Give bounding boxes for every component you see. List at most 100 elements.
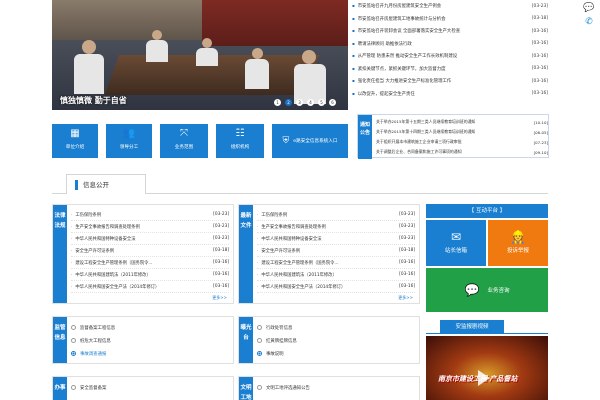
banner-person — [202, 38, 212, 48]
news-item[interactable]: 市安监站召开房屋建筑工地事故统计与分析会 [03-18] — [352, 13, 548, 26]
doc-title[interactable]: 中华人民共和国建筑法（2011年修改） — [257, 272, 336, 278]
doc-item[interactable]: 生产安全事故报告和调查处理条例 [03-23] — [257, 221, 415, 233]
tab-info-disclosure[interactable]: 信息公开 — [66, 174, 146, 194]
law-title[interactable]: 中华人民共和国安全生产法（2014年修订） — [71, 284, 159, 290]
doc-item[interactable]: 中华人民共和国安全生产法（2014年修订） [03-16] — [257, 281, 415, 293]
law-item[interactable]: 中华人民共和国特种设备安全法 [03-23] — [71, 233, 229, 245]
quick-link-label: 组织机构 — [230, 145, 250, 150]
office-item[interactable]: 安全监督备案 — [71, 381, 229, 394]
video-player[interactable]: 南京市建设工程 产品督站 — [426, 336, 548, 400]
law-title[interactable]: 中华人民共和国建筑法（2011年修改） — [71, 272, 150, 278]
quick-link-business-scope[interactable]: ⤧ 业务范围 — [160, 124, 208, 158]
play-icon[interactable] — [478, 370, 490, 386]
news-date: [03-16] — [531, 91, 548, 97]
law-item[interactable]: 生产安全事故报告和调查处理条例 [03-23] — [71, 221, 229, 233]
supervise-item-label[interactable]: 监督备案工程信息 — [80, 325, 115, 331]
chat-bubble-icon[interactable]: 💬 — [582, 2, 596, 14]
complaint-button[interactable]: 👷 投诉举报 — [488, 220, 548, 266]
doc-title[interactable]: 建设工程安全生产管理条例（国务院令... — [257, 260, 338, 266]
supervise-item[interactable]: 监督备案工程信息 — [71, 321, 229, 334]
quick-link-leaders[interactable]: 👥 领导分工 — [106, 124, 152, 158]
news-title[interactable]: 强化责任担当 大力推进安全生产标准化管理工作 — [352, 78, 452, 84]
quick-link-organization[interactable]: ☷ 组织机构 — [216, 124, 264, 158]
exposure-item-label[interactable]: 红黄牌挂牌信息 — [266, 338, 297, 344]
doc-title[interactable]: 工伤保险条例 — [257, 212, 287, 218]
news-title[interactable]: 市安监站召开房屋建筑工地事故统计与分析会 — [352, 16, 446, 22]
news-item[interactable]: 聘请法律顾问 助推依法行政 [03-16] — [352, 38, 548, 51]
banner-person-body — [294, 64, 326, 104]
civilized-item-label[interactable]: 文明工地评选通知公告 — [266, 385, 310, 391]
law-title[interactable]: 生产安全事故报告和调查处理条例 — [71, 224, 139, 230]
doc-item[interactable]: 中华人民共和国建筑法（2011年修改） [03-16] — [257, 269, 415, 281]
news-item[interactable]: 以改促升，提起安全生产责任 [03-16] — [352, 88, 548, 101]
video-section-title[interactable]: 安监报剧视频 — [440, 320, 504, 334]
law-item[interactable]: 中华人民共和国建筑法（2011年修改） [03-16] — [71, 269, 229, 281]
mailbox-button[interactable]: ✉ 站长信箱 — [426, 220, 486, 266]
carousel-dot[interactable]: 6 — [329, 99, 336, 106]
doc-title[interactable]: 中华人民共和国安全生产法（2014年修订） — [257, 284, 345, 290]
doc-title[interactable]: 生产安全事故报告和调查处理条例 — [257, 224, 325, 230]
docs-more-link[interactable]: 更多>> — [398, 295, 413, 301]
quick-link-e-safety-system[interactable]: ⛨ e路安全信息系统入口 — [272, 124, 348, 158]
carousel-dot[interactable]: 5 — [318, 99, 325, 106]
carousel-dot[interactable]: 4 — [307, 99, 314, 106]
law-item[interactable]: 中华人民共和国安全生产法（2014年修订） [03-16] — [71, 281, 229, 293]
news-title[interactable]: 以改促升，提起安全生产责任 — [352, 91, 415, 97]
news-title[interactable]: 从严管理 防患未然 推动安全生产工作长效机制建设 — [352, 53, 457, 59]
notice-item[interactable]: 关于调整后企业、合同备案和施工许可事项的通知 [09-10] — [376, 147, 548, 157]
carousel-dot[interactable]: 1 — [274, 99, 281, 106]
doc-item[interactable]: 建设工程安全生产管理条例（国务院令... [03-16] — [257, 257, 415, 269]
notice-item[interactable]: 关于举办2015年第十五期三类人员继续教育培训班的通知 [10-10] — [376, 117, 548, 127]
news-title[interactable]: 聘请法律顾问 助推依法行政 — [352, 41, 412, 47]
quick-link-unit-intro[interactable]: ▦ 单位介绍 — [52, 124, 98, 158]
carousel-dot[interactable]: 3 — [296, 99, 303, 106]
supervise-item[interactable]: 事故调查通报 — [71, 347, 229, 360]
news-title[interactable]: 市安监站召开装卸会议 全面部署落实安全生产大检查 — [352, 28, 460, 34]
banner-backdrop — [202, 0, 348, 46]
news-item[interactable]: 市安监站召开装卸会议 全面部署落实安全生产大检查 [03-16] — [352, 25, 548, 38]
news-item[interactable]: 从严管理 防患未然 推动安全生产工作长效机制建设 [03-16] — [352, 50, 548, 63]
law-title[interactable]: 建设工程安全生产管理条例（国务院令... — [71, 260, 152, 266]
office-item-label[interactable]: 安全监督备案 — [80, 385, 106, 391]
exposure-item[interactable]: 事故说明 — [257, 347, 415, 360]
laws-more-link[interactable]: 更多>> — [212, 295, 227, 301]
doc-item[interactable]: 工伤保险条例 [03-23] — [257, 209, 415, 221]
exposure-item-label[interactable]: 事故说明 — [266, 351, 284, 357]
carousel-dot-active[interactable]: 2 — [285, 99, 292, 106]
news-item[interactable]: 市安监站召开九月份房屋建筑安全生产例会 [03-23] — [352, 0, 548, 13]
doc-title[interactable]: 安全生产许可证条例 — [257, 248, 300, 254]
doc-title[interactable]: 中华人民共和国特种设备安全法 — [257, 236, 321, 242]
doc-date: [03-23] — [399, 224, 415, 229]
civilized-item[interactable]: 文明工地评选通知公告 — [257, 381, 415, 394]
notice-title[interactable]: 关于组织开展本市建筑施工企业申请三项行政审批 — [376, 139, 462, 145]
law-title[interactable]: 安全生产许可证条例 — [71, 248, 114, 254]
phone-icon[interactable]: ✆ — [582, 16, 596, 28]
supervise-item-label[interactable]: 桩危大工程信息 — [80, 338, 111, 344]
law-title[interactable]: 中华人民共和国特种设备安全法 — [71, 236, 135, 242]
supervise-item[interactable]: 桩危大工程信息 — [71, 334, 229, 347]
law-item[interactable]: 安全生产许可证条例 [03-18] — [71, 245, 229, 257]
news-title[interactable]: 市安监站召开九月份房屋建筑安全生产例会 — [352, 3, 441, 9]
notice-title[interactable]: 关于举办2015年第十五期三类人员继续教育培训班的通知 — [376, 119, 475, 125]
news-item[interactable]: 紧扣关键节点，紧抓关键环节，加大监督力度 [03-16] — [352, 63, 548, 76]
doc-item[interactable]: 中华人民共和国特种设备安全法 [03-23] — [257, 233, 415, 245]
doc-item[interactable]: 安全生产许可证条例 [03-18] — [257, 245, 415, 257]
banner-carousel[interactable]: 慎独慎微 勤于自省 1 2 3 4 5 6 — [52, 0, 348, 110]
supervise-item-label[interactable]: 事故调查通报 — [80, 351, 106, 357]
exposure-item-label[interactable]: 行政处罚信息 — [266, 325, 292, 331]
news-date: [03-16] — [531, 66, 548, 72]
exposure-item[interactable]: 行政处罚信息 — [257, 321, 415, 334]
notice-title[interactable]: 关于举办2015年第十四期三类人员继续教育培训班的通知 — [376, 129, 475, 135]
consult-button[interactable]: 💬 业务咨询 — [426, 268, 548, 312]
mail-icon: ✉ — [450, 230, 462, 244]
notice-title[interactable]: 关于调整后企业、合同备案和施工许可事项的通知 — [376, 149, 462, 155]
law-title[interactable]: 工伤保险条例 — [71, 212, 101, 218]
notice-item[interactable]: 关于举办2015年第十四期三类人员继续教育培训班的通知 [08-05] — [376, 127, 548, 137]
exposure-item[interactable]: 红黄牌挂牌信息 — [257, 334, 415, 347]
law-item[interactable]: 建设工程安全生产管理条例（国务院令... [03-16] — [71, 257, 229, 269]
news-item[interactable]: 强化责任担当 大力推进安全生产标准化管理工作 [03-16] — [352, 75, 548, 88]
law-date: [03-16] — [213, 260, 229, 265]
notice-item[interactable]: 关于组织开展本市建筑施工企业申请三项行政审批 [07-23] — [376, 137, 548, 147]
news-title[interactable]: 紧扣关键节点，紧抓关键环节，加大监督力度 — [352, 66, 446, 72]
law-item[interactable]: 工伤保险条例 [03-23] — [71, 209, 229, 221]
